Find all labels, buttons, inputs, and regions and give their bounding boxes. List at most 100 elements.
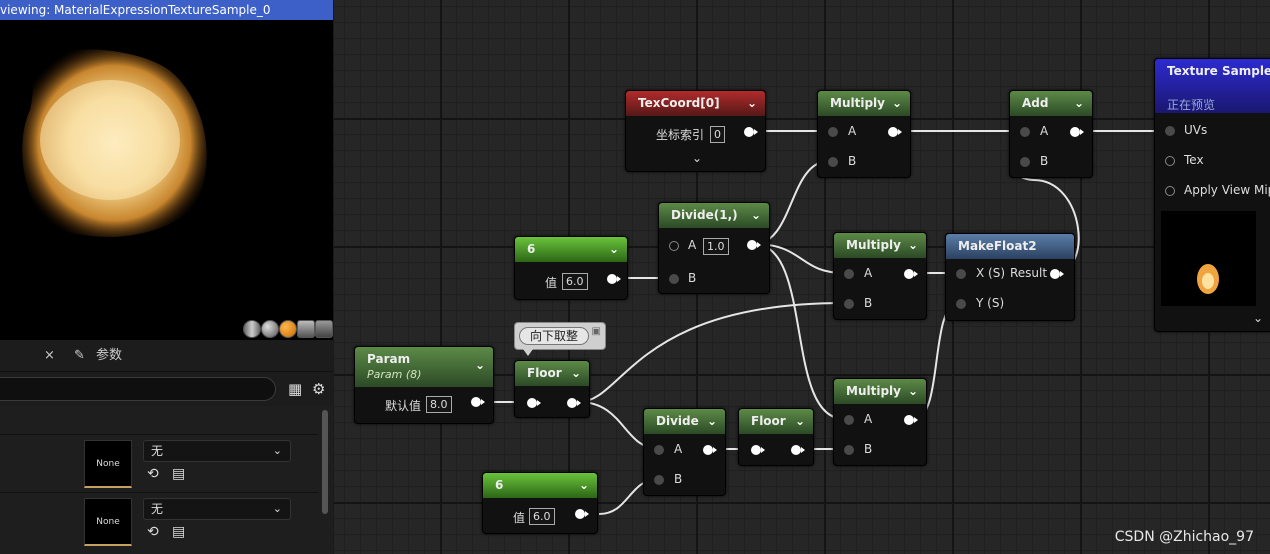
input-pin[interactable] — [669, 241, 679, 251]
input-pin[interactable] — [1020, 157, 1030, 167]
node-divide[interactable]: Divide ⌄ A B — [643, 408, 726, 496]
gear-icon[interactable]: ⚙ — [312, 380, 325, 398]
node-texcoord[interactable]: TexCoord[0] ⌄ 坐标索引 0 ⌄ — [625, 90, 766, 172]
pin-label: X (S) — [976, 266, 1006, 280]
value-field[interactable]: 1.0 — [703, 238, 729, 255]
chevron-down-icon[interactable]: ⌄ — [908, 233, 918, 257]
chevron-down-icon[interactable]: ⌄ — [579, 473, 589, 497]
output-pin[interactable] — [575, 509, 589, 519]
output-pin[interactable] — [471, 397, 485, 407]
node-floor[interactable]: Floor ⌄ — [738, 408, 814, 466]
node-makefloat2[interactable]: MakeFloat2 X (S) Result Y (S) — [945, 233, 1075, 321]
value-field[interactable]: 8.0 — [426, 396, 452, 413]
node-add[interactable]: Add ⌄ A B — [1009, 90, 1093, 178]
texture-combo[interactable]: 无 ⌄ — [143, 440, 291, 462]
output-pin[interactable] — [703, 445, 717, 455]
texture-combo[interactable]: 无 ⌄ — [143, 498, 291, 520]
input-pin[interactable] — [1020, 127, 1030, 137]
input-pin[interactable] — [669, 274, 679, 284]
input-pin[interactable] — [828, 127, 838, 137]
browse-folder-icon[interactable]: ▤ — [172, 466, 185, 482]
combo-value: 无 — [151, 444, 164, 458]
input-pin[interactable] — [844, 415, 854, 425]
tab-parameters[interactable]: 参数 — [96, 340, 122, 372]
value-field[interactable]: 6.0 — [529, 508, 555, 525]
output-pin[interactable] — [607, 274, 621, 284]
material-graph[interactable]: TexCoord[0] ⌄ 坐标索引 0 ⌄ Multiply ⌄ A B Add ⌄… — [334, 0, 1270, 554]
preview-sphere-icon[interactable] — [261, 320, 279, 338]
chevron-down-icon[interactable]: ⌄ — [692, 151, 702, 165]
pin-label: 值 — [545, 276, 558, 290]
scrollbar-thumb[interactable] — [322, 410, 328, 514]
search-input[interactable] — [0, 377, 276, 401]
input-pin[interactable] — [654, 475, 664, 485]
input-pin[interactable] — [956, 299, 966, 309]
output-pin[interactable] — [747, 240, 761, 250]
input-pin[interactable] — [844, 299, 854, 309]
input-pin[interactable] — [956, 269, 966, 279]
input-pin[interactable] — [844, 445, 854, 455]
chevron-down-icon: ⌄ — [272, 444, 282, 457]
list-item: None 无 ⌄ ⟲ ▤ — [0, 434, 318, 492]
preview-cube-icon[interactable] — [315, 320, 333, 338]
chevron-down-icon[interactable]: ⌄ — [908, 379, 918, 403]
chevron-down-icon[interactable]: ⌄ — [892, 91, 902, 115]
input-pin[interactable] — [1165, 126, 1175, 136]
chevron-down-icon[interactable]: ⌄ — [795, 409, 805, 433]
node-divide-one-over[interactable]: Divide(1,) ⌄ A 1.0 B — [658, 202, 770, 294]
input-pin[interactable] — [1165, 186, 1175, 196]
output-pin[interactable] — [567, 398, 581, 408]
chevron-down-icon[interactable]: ⌄ — [1074, 91, 1084, 115]
pin-label: B — [864, 442, 873, 456]
pin-label: 默认值 — [385, 399, 422, 413]
reset-arrow-icon[interactable]: ⟲ — [147, 466, 159, 482]
chevron-down-icon[interactable]: ⌄ — [747, 91, 757, 115]
pin-label: UVs — [1184, 123, 1208, 137]
node-constant[interactable]: 6 ⌄ 值 6.0 — [514, 236, 628, 300]
chevron-down-icon[interactable]: ⌄ — [475, 353, 485, 377]
output-pin[interactable] — [904, 269, 918, 279]
pin-icon[interactable]: ▣ — [592, 326, 601, 337]
chevron-down-icon[interactable]: ⌄ — [571, 361, 581, 385]
texture-thumbnail[interactable]: None — [84, 498, 132, 546]
output-pin[interactable] — [888, 127, 902, 137]
browse-folder-icon[interactable]: ▤ — [172, 524, 185, 540]
node-multiply[interactable]: Multiply ⌄ A B — [833, 232, 927, 320]
close-tab-button[interactable]: × — [44, 340, 55, 372]
output-pin[interactable] — [791, 445, 805, 455]
chevron-down-icon[interactable]: ⌄ — [707, 409, 717, 433]
input-pin[interactable] — [828, 157, 838, 167]
input-pin[interactable] — [751, 445, 765, 455]
preview-plane-icon[interactable] — [279, 320, 297, 338]
node-texture-sample[interactable]: Texture Sample 正在预览 UVs Tex Apply View M… — [1154, 58, 1270, 332]
wires — [484, 129, 1166, 515]
node-constant[interactable]: 6 ⌄ 值 6.0 — [482, 472, 598, 534]
output-pin[interactable] — [1070, 127, 1084, 137]
grid-icon[interactable]: ▦ — [288, 380, 302, 398]
output-pin[interactable] — [744, 127, 758, 137]
pin-label: A — [848, 124, 857, 138]
node-title: Multiply — [846, 238, 901, 252]
value-field[interactable]: 6.0 — [562, 273, 588, 290]
node-scalar-parameter[interactable]: Param ⌄ Param (8) 默认值 8.0 — [354, 346, 494, 424]
input-pin[interactable] — [844, 269, 854, 279]
value-field[interactable]: 0 — [710, 126, 725, 143]
chevron-down-icon[interactable]: ⌄ — [609, 237, 619, 261]
reset-arrow-icon[interactable]: ⟲ — [147, 524, 159, 540]
material-preview-viewport[interactable] — [0, 20, 333, 340]
output-pin[interactable] — [904, 415, 918, 425]
texture-thumbnail[interactable]: None — [84, 440, 132, 488]
input-pin[interactable] — [1165, 156, 1175, 166]
node-multiply[interactable]: Multiply ⌄ A B — [833, 378, 927, 466]
input-pin[interactable] — [527, 398, 541, 408]
chevron-down-icon[interactable]: ⌄ — [1253, 311, 1263, 325]
preview-cylinder-icon[interactable] — [243, 320, 261, 338]
node-floor[interactable]: Floor ⌄ — [514, 360, 590, 418]
preview-box-icon[interactable] — [297, 320, 315, 338]
chevron-down-icon[interactable]: ⌄ — [751, 203, 761, 227]
input-pin[interactable] — [654, 445, 664, 455]
node-multiply[interactable]: Multiply ⌄ A B — [817, 90, 911, 178]
output-pin[interactable] — [1050, 269, 1064, 279]
property-list: None 无 ⌄ ⟲ ▤ None 无 ⌄ ⟲ ▤ — [0, 406, 333, 554]
node-subtitle: 正在预览 — [1167, 98, 1216, 112]
